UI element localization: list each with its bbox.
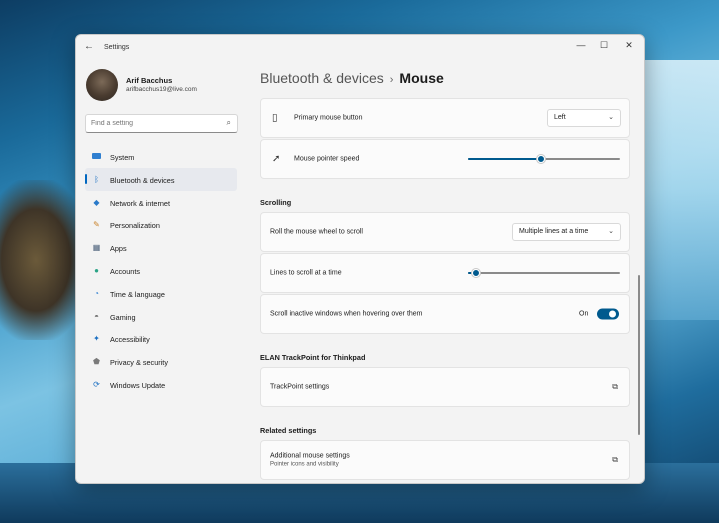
- scroll-inactive-toggle[interactable]: [597, 308, 619, 320]
- maximize-button[interactable]: ☐: [597, 40, 611, 51]
- sidebar-nav: System ᛒ Bluetooth & devices ◆ Network &…: [85, 145, 237, 396]
- slider-thumb[interactable]: [536, 155, 545, 163]
- update-icon: ⟳: [93, 379, 100, 389]
- sidebar-item-label: Accounts: [110, 266, 141, 276]
- dropdown-value: Left: [554, 114, 566, 121]
- setting-label: Additional mouse settings: [270, 452, 350, 460]
- setting-label-group: Additional mouse settings Pointer icons …: [270, 453, 350, 468]
- section-elan-trackpoint: ELAN TrackPoint for Thinkpad: [260, 353, 366, 362]
- primary-button-dropdown[interactable]: Left ⌄: [547, 109, 621, 127]
- search-icon[interactable]: ⌕: [227, 118, 231, 128]
- apps-icon: ▦: [92, 243, 101, 253]
- chevron-down-icon: ⌄: [608, 114, 614, 121]
- monitor-icon: [92, 153, 101, 159]
- sidebar-item-network[interactable]: ◆ Network & internet: [85, 191, 237, 214]
- sidebar-item-gaming[interactable]: ◓ Gaming: [85, 305, 237, 328]
- setting-label: Scroll inactive windows when hovering ov…: [270, 310, 423, 318]
- pointer-icon: ➚: [272, 153, 281, 165]
- page-title: Mouse: [399, 70, 444, 86]
- setting-sublabel: Pointer icons and visibility: [270, 461, 339, 468]
- sidebar-item-apps[interactable]: ▦ Apps: [85, 236, 237, 259]
- open-external-icon[interactable]: ⧉: [612, 455, 618, 465]
- sidebar-item-label: Personalization: [110, 221, 160, 231]
- title-bar: ← Settings — ☐ ✕: [76, 35, 644, 61]
- sidebar-item-system[interactable]: System: [85, 145, 237, 168]
- slider-thumb[interactable]: [471, 269, 480, 277]
- sidebar-item-label: Bluetooth & devices: [110, 175, 175, 185]
- setting-label: Mouse pointer speed: [294, 155, 360, 163]
- roll-wheel-dropdown[interactable]: Multiple lines at a time ⌄: [512, 223, 621, 241]
- chevron-down-icon: ⌄: [608, 228, 614, 235]
- close-button[interactable]: ✕: [622, 40, 636, 51]
- setting-trackpoint[interactable]: TrackPoint settings ⧉: [260, 367, 630, 407]
- sidebar-item-bluetooth[interactable]: ᛒ Bluetooth & devices: [85, 167, 237, 191]
- section-related-settings: Related settings: [260, 426, 317, 435]
- lines-to-scroll-slider[interactable]: [468, 268, 620, 278]
- person-icon: ●: [94, 265, 99, 275]
- setting-label: Lines to scroll at a time: [270, 269, 342, 277]
- sidebar-item-windows-update[interactable]: ⟳ Windows Update: [85, 373, 237, 396]
- avatar[interactable]: [86, 69, 118, 101]
- active-indicator: [85, 173, 87, 184]
- setting-primary-mouse-button: ▯ Primary mouse button Left ⌄: [260, 98, 630, 138]
- minimize-button[interactable]: —: [574, 40, 588, 50]
- slider-track: [468, 272, 620, 274]
- brush-icon: ✎: [93, 220, 100, 230]
- setting-scroll-inactive: Scroll inactive windows when hovering ov…: [260, 294, 630, 334]
- accessibility-icon: ✦: [93, 334, 100, 344]
- sidebar-item-time-language[interactable]: ◔ Time & language: [85, 282, 237, 305]
- sidebar-item-label: Windows Update: [110, 380, 166, 390]
- breadcrumb-parent[interactable]: Bluetooth & devices: [260, 70, 384, 86]
- app-title: Settings: [104, 44, 130, 51]
- open-external-icon[interactable]: ⧉: [612, 382, 618, 392]
- sidebar: Arif Bacchus arifbacchus19@live.com ⌕ Sy…: [76, 61, 246, 481]
- user-name: Arif Bacchus: [126, 76, 173, 85]
- gamepad-icon: ◓: [94, 311, 99, 321]
- breadcrumb: Bluetooth & devices › Mouse: [260, 70, 444, 86]
- wifi-icon: ◆: [93, 197, 100, 207]
- setting-lines-to-scroll: Lines to scroll at a time: [260, 253, 630, 293]
- search-box[interactable]: ⌕: [85, 114, 238, 133]
- slider-fill: [468, 158, 541, 160]
- setting-label: Roll the mouse wheel to scroll: [270, 228, 363, 236]
- setting-label: Primary mouse button: [294, 114, 363, 122]
- globe-clock-icon: ◔: [94, 288, 99, 298]
- sidebar-item-accounts[interactable]: ● Accounts: [85, 259, 237, 282]
- section-scrolling: Scrolling: [260, 198, 292, 207]
- sidebar-item-personalization[interactable]: ✎ Personalization: [85, 213, 237, 236]
- settings-window: ← Settings — ☐ ✕ Arif Bacchus arifbacchu…: [75, 34, 645, 484]
- sidebar-item-label: Time & language: [110, 289, 165, 299]
- sidebar-item-label: Apps: [110, 244, 127, 254]
- search-input[interactable]: [91, 117, 211, 129]
- arrow-left-icon[interactable]: ←: [84, 41, 94, 52]
- toggle-state-label: On: [579, 310, 589, 318]
- pointer-speed-slider[interactable]: [468, 154, 620, 164]
- sidebar-item-accessibility[interactable]: ✦ Accessibility: [85, 327, 237, 350]
- setting-additional-mouse[interactable]: Additional mouse settings Pointer icons …: [260, 440, 630, 480]
- sidebar-item-label: Privacy & security: [110, 358, 168, 368]
- user-email: arifbacchus19@live.com: [126, 86, 197, 93]
- dropdown-value: Multiple lines at a time: [519, 228, 589, 235]
- sidebar-item-label: Network & internet: [110, 198, 171, 208]
- sidebar-item-label: Gaming: [110, 312, 136, 322]
- bluetooth-icon: ᛒ: [94, 174, 99, 184]
- sidebar-item-label: Accessibility: [110, 335, 150, 345]
- setting-roll-wheel: Roll the mouse wheel to scroll Multiple …: [260, 212, 630, 252]
- toggle-knob: [609, 310, 616, 318]
- sidebar-item-label: System: [110, 153, 135, 162]
- breadcrumb-separator: ›: [389, 74, 394, 86]
- shield-icon: ⬟: [93, 357, 100, 367]
- sidebar-item-privacy[interactable]: ⬟ Privacy & security: [85, 350, 237, 373]
- scrollbar[interactable]: [638, 275, 640, 435]
- setting-label: TrackPoint settings: [270, 383, 330, 391]
- mouse-icon: ▯: [272, 112, 278, 124]
- setting-pointer-speed: ➚ Mouse pointer speed: [260, 139, 630, 179]
